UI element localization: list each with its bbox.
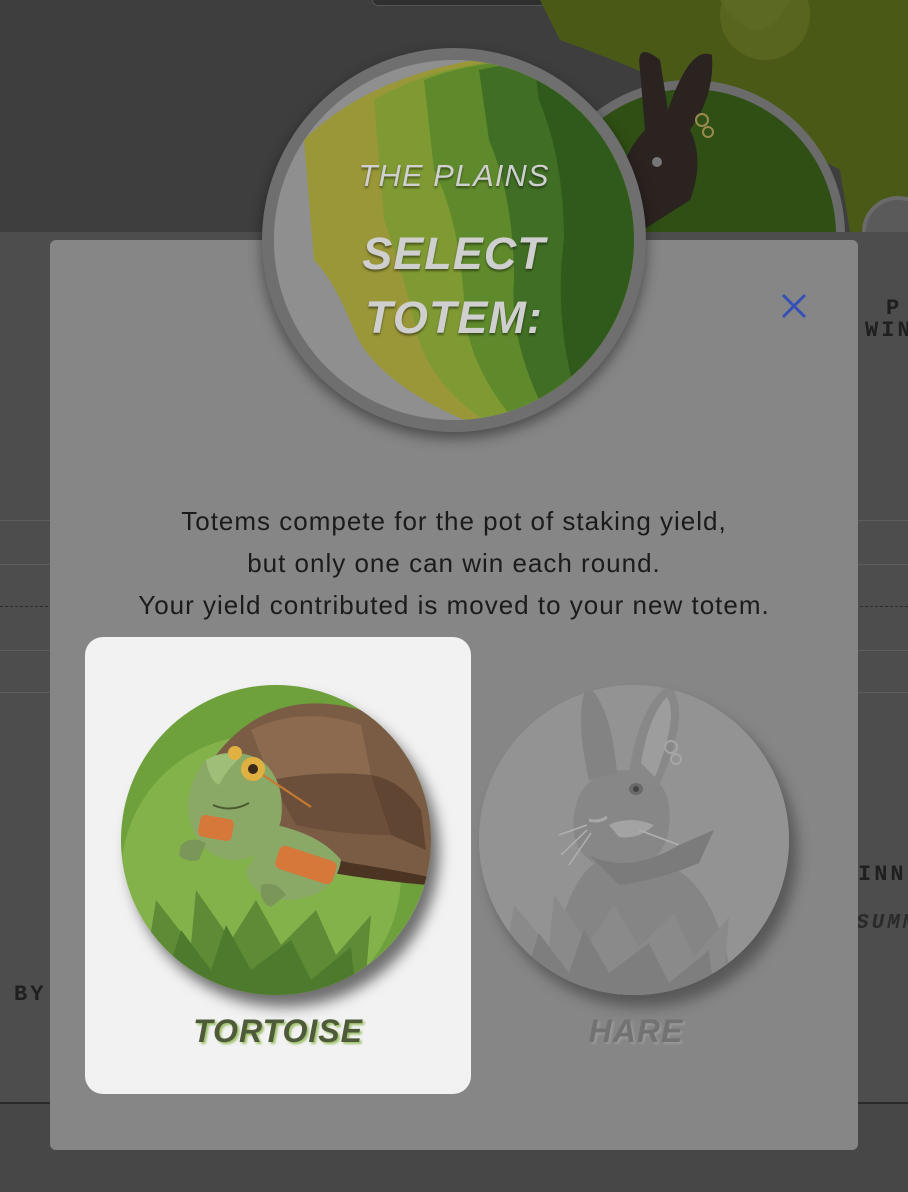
- description-line: but only one can win each round.: [247, 548, 661, 578]
- totem-label: HARE: [588, 1013, 684, 1049]
- description-line: Your yield contributed is moved to your …: [138, 590, 770, 620]
- plains-header-badge: THE PLAINS SELECT TOTEM:: [262, 48, 646, 432]
- totem-option-tortoise[interactable]: TORTOISE: [85, 637, 471, 1094]
- totem-option-hare[interactable]: HARE: [475, 637, 861, 1094]
- tortoise-icon: [121, 685, 431, 995]
- totem-label: TORTOISE: [193, 1013, 363, 1049]
- close-icon: [781, 293, 807, 319]
- modal-title-line: TOTEM:: [365, 292, 543, 343]
- totem-description: Totems compete for the pot of staking yi…: [50, 500, 858, 626]
- hare-icon: [479, 685, 789, 995]
- modal-title: SELECT TOTEM:: [274, 222, 634, 350]
- description-line: Totems compete for the pot of staking yi…: [181, 506, 727, 536]
- background-label: SUMM: [856, 912, 908, 935]
- background-label: BY: [14, 982, 47, 1007]
- background-label: INN: [858, 862, 907, 887]
- modal-title-line: SELECT: [362, 228, 546, 279]
- region-subtitle: THE PLAINS: [358, 158, 550, 193]
- close-button[interactable]: [776, 288, 812, 324]
- background-label: WIN: [865, 318, 908, 343]
